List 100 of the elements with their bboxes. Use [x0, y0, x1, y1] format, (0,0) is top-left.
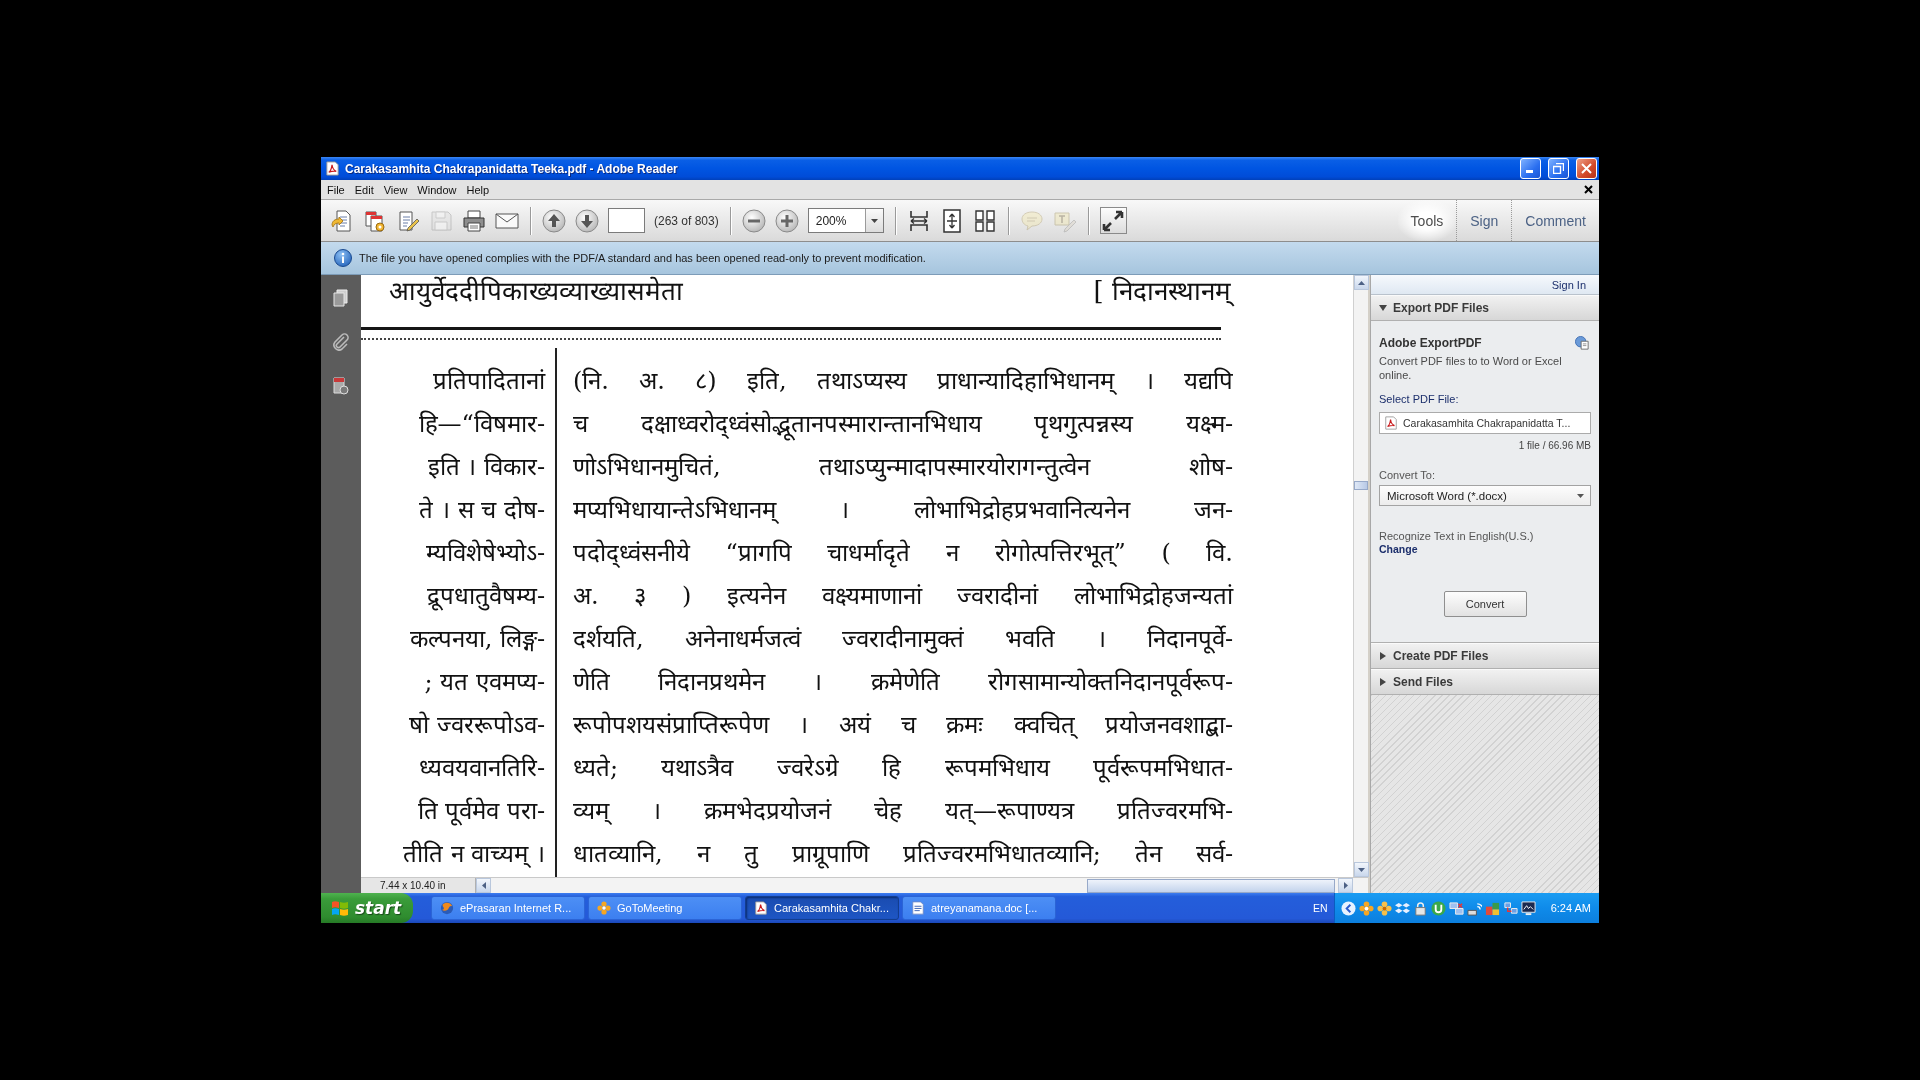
- close-button[interactable]: [1576, 158, 1597, 179]
- text-line: ति पूर्वमेव परा-: [416, 796, 545, 828]
- text-line: व्यम् । क्रमभेदप्रयोजनं चेह यत्—रूपाण्यत्र प्रतिज्वरमभि-: [573, 796, 1233, 827]
- pdf-document-icon: [1384, 416, 1398, 430]
- info-message: The file you have opened complies with the PDF/A standard and has been opened read-only to prevent modification.: [359, 252, 926, 264]
- format-dropdown[interactable]: Microsoft Word (*.docx): [1379, 485, 1591, 506]
- panel-tab[interactable]: Comment: [1511, 200, 1599, 241]
- pdf-document-icon: [754, 901, 768, 915]
- taskbar-button[interactable]: GoToMeeting: [588, 896, 742, 920]
- chevron-left-icon[interactable]: [1340, 900, 1356, 916]
- menu-item[interactable]: Help: [461, 182, 495, 197]
- panel-description: Convert PDF files to to Word or Excel online.: [1379, 355, 1563, 382]
- globe-document-icon: [1575, 336, 1589, 350]
- text-line: मप्यभिधायान्तेऽभिधानम् । लोभाभिद्रोहप्रभवानित्यनेन जन-: [573, 495, 1233, 526]
- text-line: तीति न वाच्यम् ।: [402, 839, 545, 870]
- close-icon[interactable]: [1584, 185, 1593, 194]
- globe-icon: [440, 901, 454, 915]
- text-line: ते । स च दोष-: [418, 495, 545, 526]
- text-line: कल्पनया, लिङ्ग-: [408, 624, 545, 655]
- section-title: Send Files: [1393, 675, 1454, 689]
- blocks-icon[interactable]: [1484, 900, 1500, 916]
- pages-icon[interactable]: [332, 289, 350, 307]
- panel-tab[interactable]: Tools: [1397, 200, 1457, 241]
- start-button[interactable]: start: [321, 893, 413, 923]
- text-line: इति । विकार-: [426, 452, 545, 483]
- text-line: म्यविशेषेभ्योऽ-: [424, 538, 545, 569]
- flower-icon: [597, 901, 611, 915]
- minimize-button[interactable]: [1520, 158, 1541, 179]
- scroll-down-button[interactable]: [1354, 862, 1369, 877]
- window-title: Carakasamhita Chakrapanidatta Teeka.pdf - Adobe Reader: [345, 161, 679, 176]
- minus-circle-icon[interactable]: [741, 208, 766, 233]
- taskbar-button[interactable]: Carakasamhita Chakr...: [745, 896, 899, 920]
- boxes-icon[interactable]: [1394, 900, 1410, 916]
- text-line: हि—“विषमार-: [417, 409, 545, 440]
- text-line: प्रतिपादितानां: [432, 366, 545, 397]
- text-line: णोऽभिधानमुचितं, तथाऽप्युन्मादापस्मारयोरागन्तुत्वेन शोष-: [573, 452, 1233, 484]
- taskbar-button[interactable]: ePrasaran Internet R...: [431, 896, 585, 920]
- text-line: (नि. अ. ८) इति, तथाऽप्यस्य प्राधान्यादिहाभिधानम् । यद्यपि: [573, 366, 1233, 397]
- scroll-left-button[interactable]: [476, 878, 491, 893]
- zoom-dropdown[interactable]: 200%: [807, 208, 884, 233]
- info-icon: [334, 249, 352, 267]
- file-info: 1 file / 66.96 MB: [1518, 440, 1591, 452]
- file-field[interactable]: Carakasamhita Chakrapanidatta T...: [1379, 412, 1591, 434]
- restore-button[interactable]: [1548, 158, 1569, 179]
- windows-flag-icon: [331, 899, 349, 917]
- text-line: षो ज्वररूपोऽव-: [408, 710, 545, 741]
- panel-tab[interactable]: Sign: [1456, 200, 1512, 241]
- taskbar-button[interactable]: atreyanamana.doc [...: [902, 896, 1056, 920]
- menu-item[interactable]: File: [322, 182, 350, 197]
- documents-gear-icon[interactable]: [363, 208, 387, 233]
- scrollbar-thumb[interactable]: [1087, 878, 1335, 893]
- clock: 6:24 AM: [1550, 902, 1591, 914]
- recognize-text-label: Recognize Text in English(U.S.): [1379, 530, 1535, 543]
- file-name: Carakasamhita Chakrapanidatta T...: [1403, 417, 1571, 429]
- text-line: द्रूपधातुवैषम्य-: [425, 581, 545, 613]
- text-line: ध्यवयवानतिरि-: [417, 753, 545, 784]
- monitor-icon[interactable]: [1520, 900, 1536, 916]
- plus-circle-icon[interactable]: [774, 208, 799, 233]
- page-number-field[interactable]: [608, 208, 645, 233]
- caret-up-icon: [1358, 280, 1365, 285]
- scrollbar-thumb[interactable]: [1354, 481, 1368, 490]
- change-link[interactable]: Change: [1379, 543, 1418, 556]
- text-line: ; यत एवमप्य-: [423, 667, 545, 698]
- section-header[interactable]: Export PDF Files: [1371, 295, 1599, 321]
- document-arrow-icon[interactable]: [330, 208, 354, 233]
- restore-icon: [1553, 163, 1564, 174]
- running-head: आयुर्वेददीपिकाख्यव्याख्यासमेता: [389, 275, 683, 307]
- caret-down-icon: [1577, 493, 1584, 498]
- sign-in-link[interactable]: Sign In: [1551, 278, 1586, 291]
- caret-left-icon: [481, 882, 486, 889]
- document-icon: [911, 901, 925, 915]
- wireless-icon[interactable]: [1466, 900, 1482, 916]
- padlock-icon[interactable]: [1412, 900, 1428, 916]
- caret-right-icon: [1343, 882, 1348, 889]
- arrow-down-circle-icon[interactable]: [575, 208, 599, 233]
- flower-icon[interactable]: [1358, 900, 1374, 916]
- document-badge-icon[interactable]: [332, 377, 350, 395]
- text-line: धातव्यानि, न तु प्राग्रूपाणि प्रतिज्वरमभिधातव्यानि; तेन सर्व-: [573, 839, 1233, 871]
- close-icon: [1581, 163, 1592, 174]
- menu-item[interactable]: View: [378, 182, 413, 197]
- section-header[interactable]: Create PDF Files: [1371, 643, 1599, 669]
- language-indicator[interactable]: EN: [1313, 902, 1328, 914]
- caret-down-icon: [870, 218, 878, 223]
- arrow-up-circle-icon[interactable]: [542, 208, 566, 233]
- document-pencil-icon[interactable]: [396, 208, 420, 233]
- paperclip-icon[interactable]: [332, 333, 350, 351]
- page-size: 7.44 x 10.40 in: [361, 878, 476, 893]
- section-header[interactable]: Send Files: [1371, 669, 1599, 695]
- convert-button[interactable]: Convert: [1443, 591, 1527, 617]
- menu-item[interactable]: Window: [412, 182, 462, 197]
- menu-item[interactable]: Edit: [349, 182, 379, 197]
- network-computers-icon[interactable]: [1448, 900, 1464, 916]
- text-line: च दक्षाध्वरोद्ध्वंसोद्भूतानपस्मारान्तानभिधाय पृथगुत्पन्नस्य यक्ष्म-: [573, 405, 1233, 443]
- scroll-right-button[interactable]: [1338, 878, 1353, 893]
- scroll-up-button[interactable]: [1354, 275, 1369, 290]
- letter-u-icon[interactable]: [1430, 900, 1446, 916]
- four-pages-icon[interactable]: [972, 208, 997, 233]
- printer-icon[interactable]: [462, 208, 486, 233]
- field-label: Select PDF File:: [1379, 393, 1460, 406]
- page-count: (263 of 803): [654, 213, 719, 228]
